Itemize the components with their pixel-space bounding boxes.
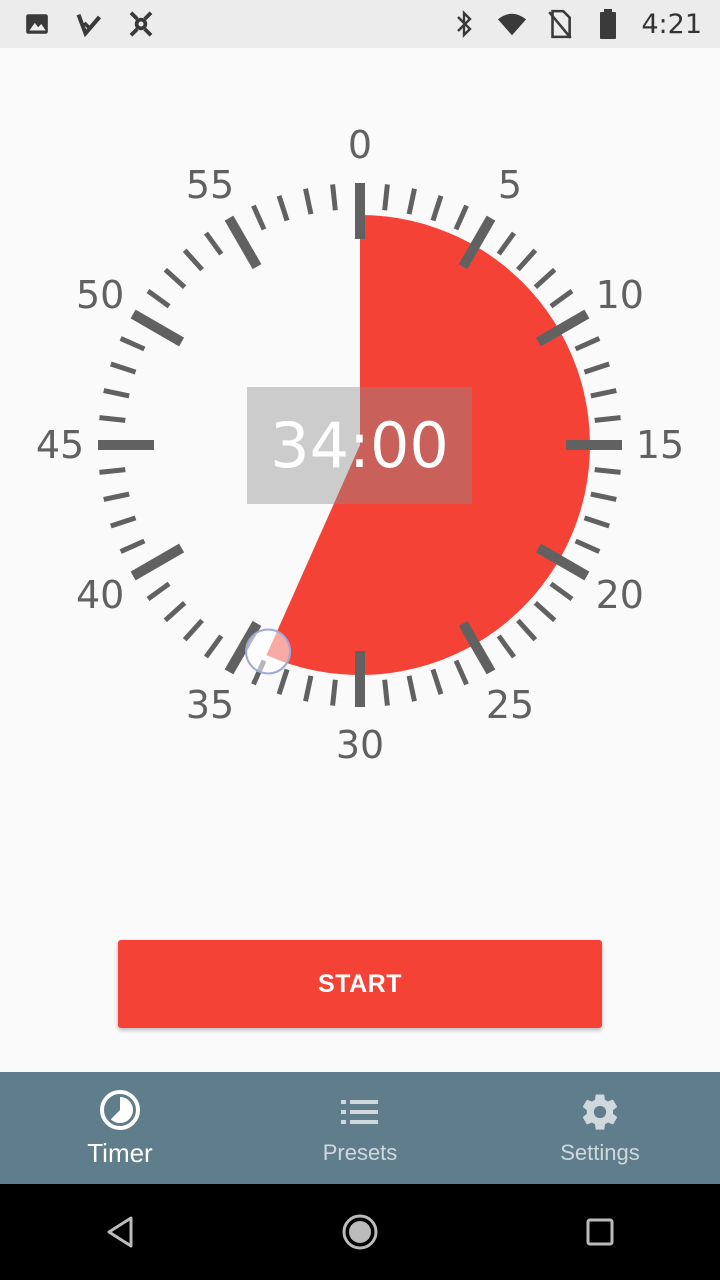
dial-label-50: 50 (76, 273, 124, 317)
minor-tick (430, 195, 444, 222)
dial-label-0: 0 (348, 123, 372, 167)
minor-tick (119, 538, 146, 554)
minor-tick (103, 491, 130, 502)
minor-tick (119, 336, 146, 352)
system-nav-bar (0, 1184, 720, 1280)
minor-tick (533, 267, 557, 289)
dial-label-20: 20 (596, 573, 644, 617)
minor-tick (303, 675, 314, 702)
minor-tick (146, 581, 171, 602)
minor-tick (549, 581, 574, 602)
nav-label-timer: Timer (87, 1137, 153, 1168)
battery-icon (593, 9, 623, 39)
minor-tick (330, 679, 338, 706)
minor-tick (146, 288, 171, 309)
dial-label-55: 55 (186, 163, 234, 207)
minor-tick (453, 204, 469, 231)
minor-tick (496, 634, 517, 659)
minor-tick (163, 601, 187, 623)
minor-tick (203, 634, 224, 659)
minor-tick (406, 188, 417, 215)
minor-tick (533, 601, 557, 623)
minor-tick (583, 515, 610, 529)
gear-icon (578, 1090, 622, 1134)
minor-tick (516, 618, 538, 642)
nav-label-presets: Presets (322, 1140, 398, 1165)
minor-tick (110, 515, 137, 529)
dial-label-10: 10 (596, 273, 644, 317)
timer-dial[interactable]: 0 5 10 15 20 25 30 35 40 45 50 55 34:00 (0, 48, 720, 868)
time-display: 34:00 (270, 409, 449, 482)
dial-label-35: 35 (186, 683, 234, 727)
minor-tick (99, 415, 126, 423)
list-icon (338, 1090, 382, 1134)
minor-tick (203, 231, 224, 256)
major-tick (130, 309, 185, 347)
minor-tick (594, 467, 621, 475)
dial-label-5: 5 (498, 163, 522, 207)
major-tick (224, 215, 262, 270)
nav-timer[interactable]: Timer (0, 1072, 240, 1184)
timer-screen: 0 5 10 15 20 25 30 35 40 45 50 55 34:00 START (0, 48, 720, 1072)
minor-tick (574, 538, 601, 554)
minor-tick (99, 467, 126, 475)
minor-tick (103, 388, 130, 399)
time-display-box: 34:00 (247, 387, 472, 504)
minor-tick (303, 188, 314, 215)
minor-tick (382, 184, 390, 211)
clock-icon (98, 1088, 142, 1132)
minor-tick (330, 184, 338, 211)
wifi-icon (497, 9, 527, 39)
dial-label-30: 30 (336, 723, 384, 767)
minor-tick (549, 288, 574, 309)
major-tick (130, 543, 185, 581)
app-icon (126, 9, 156, 39)
check-icon (74, 9, 104, 39)
minor-tick (516, 248, 538, 272)
home-icon[interactable] (330, 1202, 390, 1262)
minor-tick (382, 679, 390, 706)
minor-tick (182, 248, 204, 272)
nav-settings[interactable]: Settings (480, 1072, 720, 1184)
dial-label-15: 15 (636, 423, 684, 467)
minor-tick (182, 618, 204, 642)
status-bar: 4:21 (0, 0, 720, 48)
dial-label-45: 45 (36, 423, 84, 467)
nav-presets[interactable]: Presets (240, 1072, 480, 1184)
dial-label-25: 25 (486, 683, 534, 727)
minor-tick (453, 659, 469, 686)
recents-icon[interactable] (570, 1202, 630, 1262)
drag-handle[interactable] (245, 628, 292, 675)
back-icon[interactable] (90, 1202, 150, 1262)
minor-tick (590, 491, 617, 502)
minor-tick (163, 267, 187, 289)
minor-tick (574, 336, 601, 352)
nav-label-settings: Settings (560, 1140, 640, 1165)
dial-label-40: 40 (76, 573, 124, 617)
image-icon (22, 9, 52, 39)
minor-tick (276, 668, 290, 695)
minor-tick (583, 361, 610, 375)
minor-tick (594, 415, 621, 423)
minor-tick (110, 361, 137, 375)
minor-tick (251, 204, 267, 231)
minor-tick (590, 388, 617, 399)
minor-tick (276, 195, 290, 222)
minor-tick (496, 231, 517, 256)
minor-tick (406, 675, 417, 702)
start-button[interactable]: START (118, 940, 602, 1028)
minor-tick (430, 668, 444, 695)
status-time: 4:21 (641, 8, 702, 40)
bottom-nav: Timer Presets Settings (0, 1072, 720, 1184)
no-sim-icon (545, 9, 575, 39)
bluetooth-icon (449, 9, 479, 39)
